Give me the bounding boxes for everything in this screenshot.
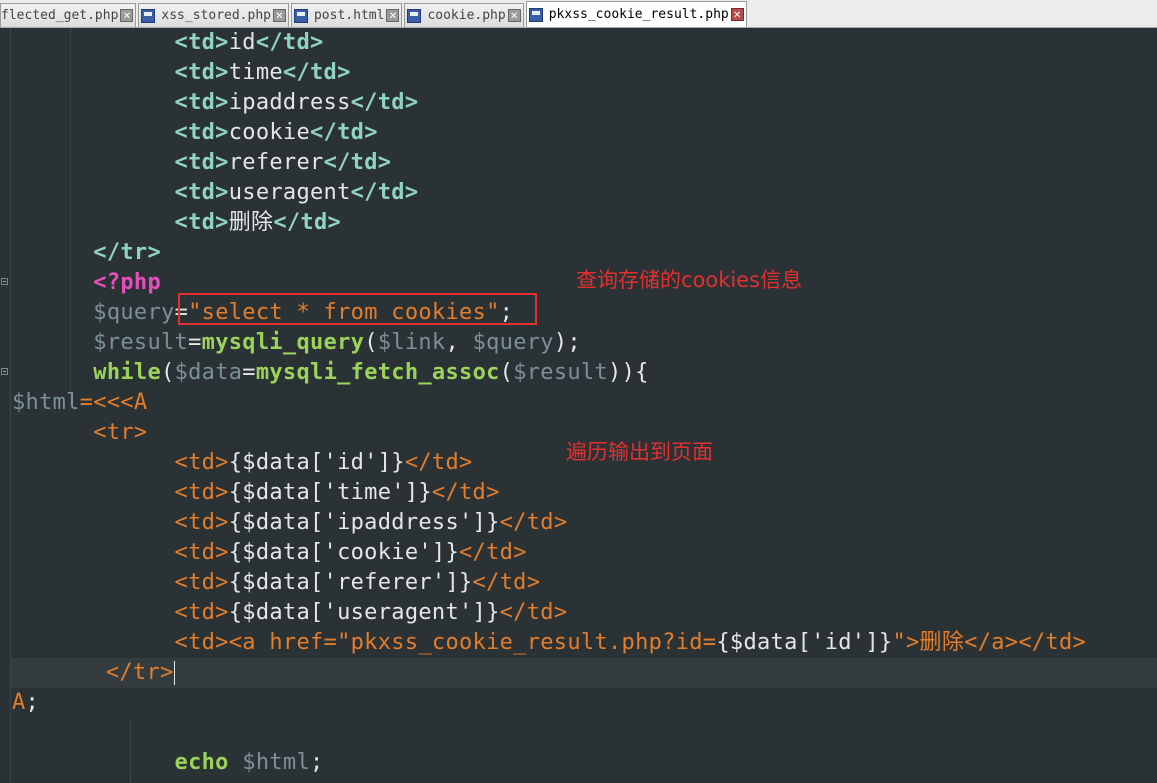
code-line: <td>删除</td> (174, 210, 342, 235)
code-line: <td><a href="pkxss_cookie_result.php?id=… (174, 630, 1087, 655)
code-line: <td>useragent</td> (174, 180, 419, 205)
code-line: <td>{$data['useragent']}</td> (174, 600, 568, 625)
code-line: $result=mysqli_query($link, $query); (93, 330, 581, 355)
tab-post-html[interactable]: post.html ✕ (290, 3, 403, 27)
fold-gutter (0, 28, 11, 783)
code-line: <td>{$data['referer']}</td> (174, 570, 541, 595)
save-file-icon (407, 8, 422, 23)
code-line: <td>{$data['ipaddress']}</td> (174, 510, 568, 535)
code-line: echo $html; (174, 750, 324, 775)
tab-pkxss-cookie-result[interactable]: pkxss_cookie_result.php ✕ (525, 1, 747, 27)
tab-label: flected_get.php (1, 8, 119, 23)
code-line: <td>{$data['id']}</td> (174, 450, 473, 475)
tab-label: cookie.php (427, 8, 506, 23)
close-icon[interactable]: ✕ (730, 8, 744, 21)
tab-label: pkxss_cookie_result.php (548, 7, 729, 22)
fold-toggle-icon[interactable] (1, 278, 8, 285)
code-line: $html=<<<A (12, 390, 148, 415)
highlight-box (178, 293, 537, 325)
close-icon[interactable]: ✕ (386, 9, 400, 22)
close-icon[interactable]: ✕ (272, 9, 286, 22)
code-line: </tr> (93, 240, 162, 265)
code-line: <?php (93, 270, 162, 295)
tab-label: post.html (313, 8, 385, 23)
code-line: <td>time</td> (174, 60, 351, 85)
close-icon[interactable]: ✕ (120, 9, 134, 22)
save-file-icon (528, 7, 543, 22)
code-line-current: </tr> (11, 658, 1157, 688)
save-file-icon (293, 8, 308, 23)
editor-tab-bar: flected_get.php ✕ xss_stored.php ✕ post.… (0, 0, 1157, 28)
code-line: <td>{$data['time']}</td> (174, 480, 500, 505)
code-line: <tr> (93, 420, 148, 445)
code-line: <td>referer</td> (174, 150, 392, 175)
close-icon[interactable]: ✕ (507, 9, 521, 22)
text-cursor (173, 661, 175, 685)
code-line: <td>ipaddress</td> (174, 90, 419, 115)
code-line: A; (12, 690, 40, 715)
tab-label: xss_stored.php (161, 8, 271, 23)
code-line: while($data=mysqli_fetch_assoc($result))… (93, 360, 649, 385)
fold-toggle-icon[interactable] (1, 368, 8, 375)
tab-flected-get[interactable]: flected_get.php ✕ (0, 3, 137, 27)
code-line: <td>cookie</td> (174, 120, 378, 145)
annotation-query-note: 查询存储的cookies信息 (576, 268, 803, 292)
tab-xss-stored[interactable]: xss_stored.php ✕ (138, 3, 289, 27)
save-file-icon (141, 8, 156, 23)
tab-cookie-php[interactable]: cookie.php ✕ (404, 3, 524, 27)
code-line: <td>id</td> (174, 30, 324, 55)
code-line: <td>{$data['cookie']}</td> (174, 540, 527, 565)
code-editor[interactable]: <td>id</td> <td>time</td> <td>ipaddress<… (0, 28, 1157, 783)
annotation-loop-note: 遍历输出到页面 (566, 440, 713, 464)
